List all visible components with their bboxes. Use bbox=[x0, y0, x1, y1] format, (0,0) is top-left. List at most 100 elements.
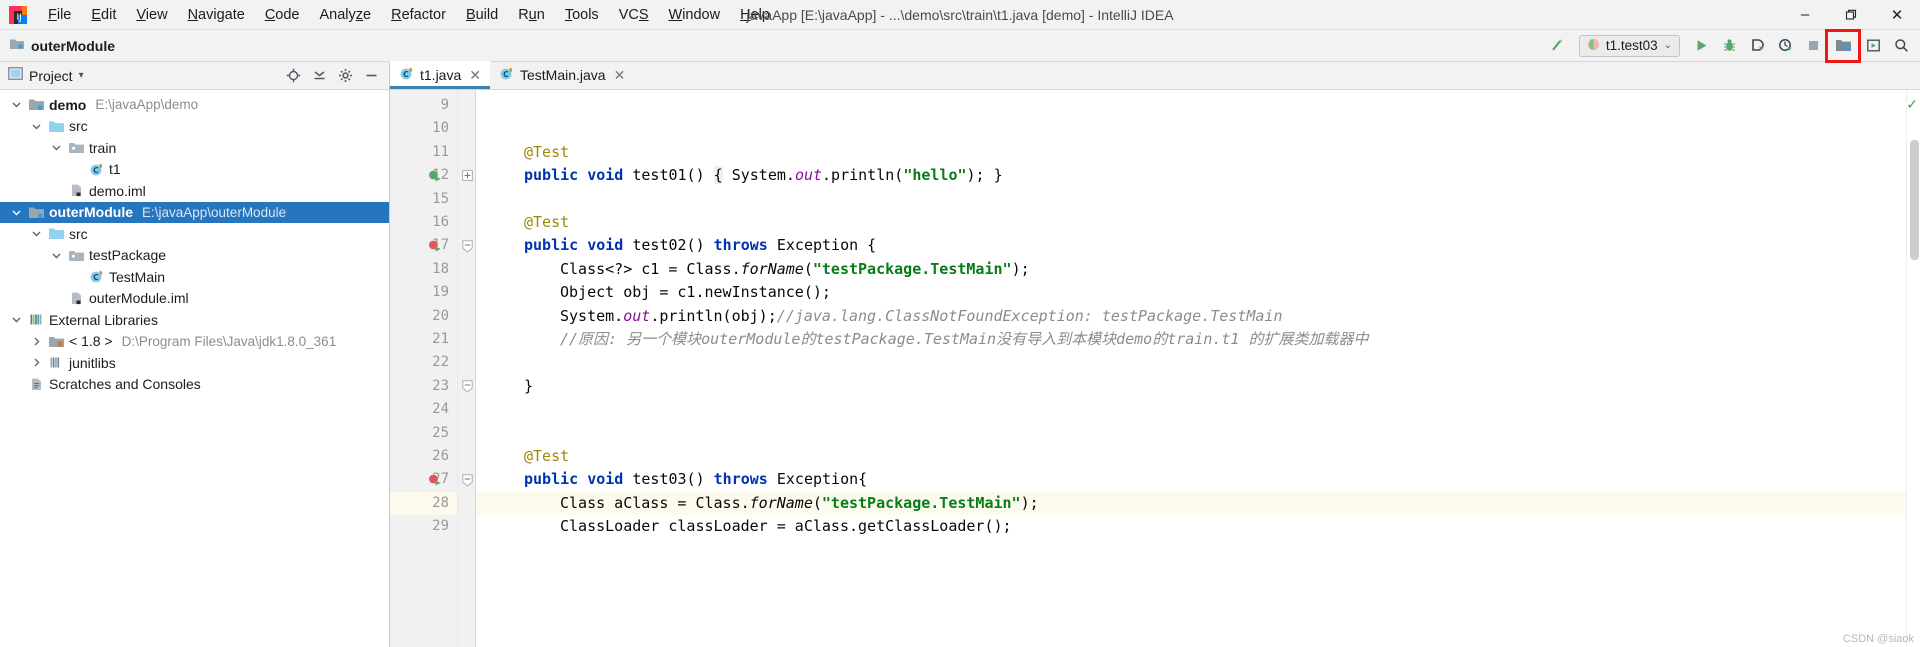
project-tree[interactable]: demo E:\javaApp\demo src train Ct1 demo.iml ou… bbox=[0, 90, 389, 647]
coverage-icon bbox=[1751, 39, 1764, 51]
close-icon[interactable]: ✕ bbox=[469, 67, 481, 84]
chevron-down-icon[interactable]: ⌄ bbox=[1664, 40, 1672, 51]
run-test-gutter-icon[interactable] bbox=[428, 164, 444, 187]
code-token: } bbox=[524, 376, 534, 395]
editor-tab-bar[interactable]: Ct1.java ✕ C TestMain.java ✕ bbox=[390, 61, 1920, 90]
search-everywhere-button[interactable] bbox=[1888, 33, 1914, 59]
menu-edit[interactable]: Edit bbox=[81, 3, 126, 27]
menu-build[interactable]: Build bbox=[456, 3, 508, 27]
line-number: 18 bbox=[432, 260, 449, 277]
update-project-button[interactable] bbox=[1860, 33, 1886, 59]
code-editor[interactable]: 9 10 11 12 15 16 17 18 19 20 21 22 23 24 25 26 27 28 29 @T… bbox=[390, 90, 1920, 647]
line-number: 10 bbox=[432, 120, 449, 137]
code-token: void bbox=[587, 236, 624, 255]
code-folding-column[interactable] bbox=[458, 90, 476, 647]
code-line: public void test01() { System.out.printl… bbox=[524, 164, 1003, 187]
tree-row-src[interactable]: src bbox=[0, 223, 389, 245]
source-folder-icon bbox=[48, 226, 65, 242]
code-token: void bbox=[587, 166, 624, 185]
run-button[interactable] bbox=[1688, 33, 1714, 59]
vertical-scrollbar-thumb[interactable] bbox=[1910, 140, 1919, 260]
editor-tab-label: TestMain.java bbox=[519, 67, 606, 83]
menu-run[interactable]: Run bbox=[508, 3, 555, 27]
project-structure-button[interactable] bbox=[1825, 28, 1861, 63]
run-test-failed-gutter-icon[interactable] bbox=[428, 234, 444, 257]
tree-row-external-libraries[interactable]: External Libraries bbox=[0, 309, 389, 331]
tree-row-demo[interactable]: demo E:\javaApp\demo bbox=[0, 94, 389, 116]
chevron-down-icon[interactable] bbox=[48, 142, 64, 153]
chevron-down-icon[interactable]: ▾ bbox=[79, 70, 84, 81]
breadcrumb-label: outerModule bbox=[31, 37, 115, 54]
build-hammer-icon[interactable] bbox=[1545, 33, 1571, 59]
breadcrumb[interactable]: outerModule bbox=[0, 37, 115, 54]
chevron-down-icon[interactable] bbox=[28, 121, 44, 132]
tree-row-t1[interactable]: Ct1 bbox=[0, 159, 389, 181]
editor-tab-t1-java[interactable]: Ct1.java ✕ bbox=[390, 61, 490, 89]
chevron-right-icon[interactable] bbox=[28, 336, 44, 347]
close-button[interactable]: ✕ bbox=[1874, 0, 1920, 30]
profile-button[interactable] bbox=[1772, 33, 1798, 59]
junit-config-icon bbox=[1587, 38, 1600, 54]
tree-row-testpackage[interactable]: testPackage bbox=[0, 245, 389, 267]
menu-tools[interactable]: Tools bbox=[555, 3, 609, 27]
stop-button[interactable] bbox=[1800, 33, 1826, 59]
tree-row-junitlibs[interactable]: junitlibs bbox=[0, 352, 389, 374]
editor-tab-testmain-java[interactable]: C TestMain.java ✕ bbox=[490, 61, 634, 89]
run-with-coverage-button[interactable] bbox=[1744, 33, 1770, 59]
close-icon[interactable]: ✕ bbox=[614, 67, 626, 84]
menu-refactor[interactable]: Refactor bbox=[381, 3, 456, 27]
run-test-failed-gutter-icon[interactable] bbox=[428, 468, 444, 491]
menu-window[interactable]: Window bbox=[659, 3, 731, 27]
tree-row-outermodule-iml[interactable]: outerModule.iml bbox=[0, 288, 389, 310]
editor-right-rail[interactable]: ✓ bbox=[1906, 90, 1920, 647]
chevron-down-icon[interactable] bbox=[8, 314, 24, 325]
menu-file[interactable]: File bbox=[38, 3, 81, 27]
collapse-all-button[interactable] bbox=[307, 64, 331, 88]
hide-button[interactable] bbox=[359, 64, 383, 88]
chevron-down-icon[interactable] bbox=[48, 250, 64, 261]
minimize-button[interactable]: – bbox=[1782, 0, 1828, 30]
select-opened-file-button[interactable] bbox=[281, 64, 305, 88]
fold-expand-icon[interactable] bbox=[461, 164, 474, 187]
code-token: "testPackage.TestMain" bbox=[812, 259, 1012, 278]
code-token: forName bbox=[740, 259, 804, 278]
menu-bar[interactable]: File Edit View Navigate Code Analyze Ref… bbox=[38, 3, 780, 27]
tree-row-1-8[interactable]: < 1.8 > D:\Program Files\Java\jdk1.8.0_36… bbox=[0, 331, 389, 353]
check-ok-icon: ✓ bbox=[1906, 96, 1918, 112]
code-line: @Test bbox=[524, 445, 569, 468]
tree-row-demo-iml[interactable]: demo.iml bbox=[0, 180, 389, 202]
menu-help[interactable]: Help bbox=[730, 3, 780, 27]
debug-button[interactable] bbox=[1716, 33, 1742, 59]
code-line: public void test03() throws Exception{ bbox=[524, 468, 867, 491]
line-number: 9 bbox=[440, 97, 449, 113]
tree-row-train[interactable]: train bbox=[0, 137, 389, 159]
tree-row-src[interactable]: src bbox=[0, 116, 389, 138]
tree-item-label: Scratches and Consoles bbox=[49, 376, 201, 393]
settings-button[interactable] bbox=[333, 64, 357, 88]
code-token: test01() bbox=[623, 166, 714, 185]
fold-collapse-icon[interactable] bbox=[461, 375, 474, 398]
tree-row-scratches-and-consoles[interactable]: Scratches and Consoles bbox=[0, 374, 389, 396]
maximize-button[interactable] bbox=[1828, 0, 1874, 30]
fold-collapse-icon[interactable] bbox=[461, 234, 474, 257]
menu-code[interactable]: Code bbox=[255, 3, 310, 27]
chevron-down-icon[interactable] bbox=[8, 207, 24, 218]
tree-item-label: t1 bbox=[109, 161, 121, 178]
fold-collapse-icon[interactable] bbox=[461, 468, 474, 491]
menu-vcs[interactable]: VCS bbox=[609, 3, 659, 27]
chevron-down-icon[interactable] bbox=[28, 228, 44, 239]
code-line: Class aClass = Class.forName("testPackag… bbox=[560, 492, 1039, 515]
chevron-right-icon[interactable] bbox=[28, 357, 44, 368]
tree-row-testmain[interactable]: C TestMain bbox=[0, 266, 389, 288]
menu-view[interactable]: View bbox=[126, 3, 177, 27]
chevron-down-icon[interactable] bbox=[8, 99, 24, 110]
menu-navigate[interactable]: Navigate bbox=[178, 3, 255, 27]
code-content[interactable]: @Test public void test01() { System.out.p… bbox=[476, 90, 1906, 647]
line-number: 16 bbox=[432, 214, 449, 230]
menu-analyze[interactable]: Analyze bbox=[310, 3, 382, 27]
code-token: public bbox=[524, 470, 579, 489]
tree-row-outermodule[interactable]: outerModule E:\javaApp\outerModule bbox=[0, 201, 389, 223]
iml-file-icon bbox=[68, 183, 85, 199]
run-configuration-selector[interactable]: t1.test03 ⌄ bbox=[1578, 34, 1680, 57]
editor-gutter[interactable]: 9 10 11 12 15 16 17 18 19 20 21 22 23 24 25 26 27 28 29 bbox=[390, 90, 458, 647]
